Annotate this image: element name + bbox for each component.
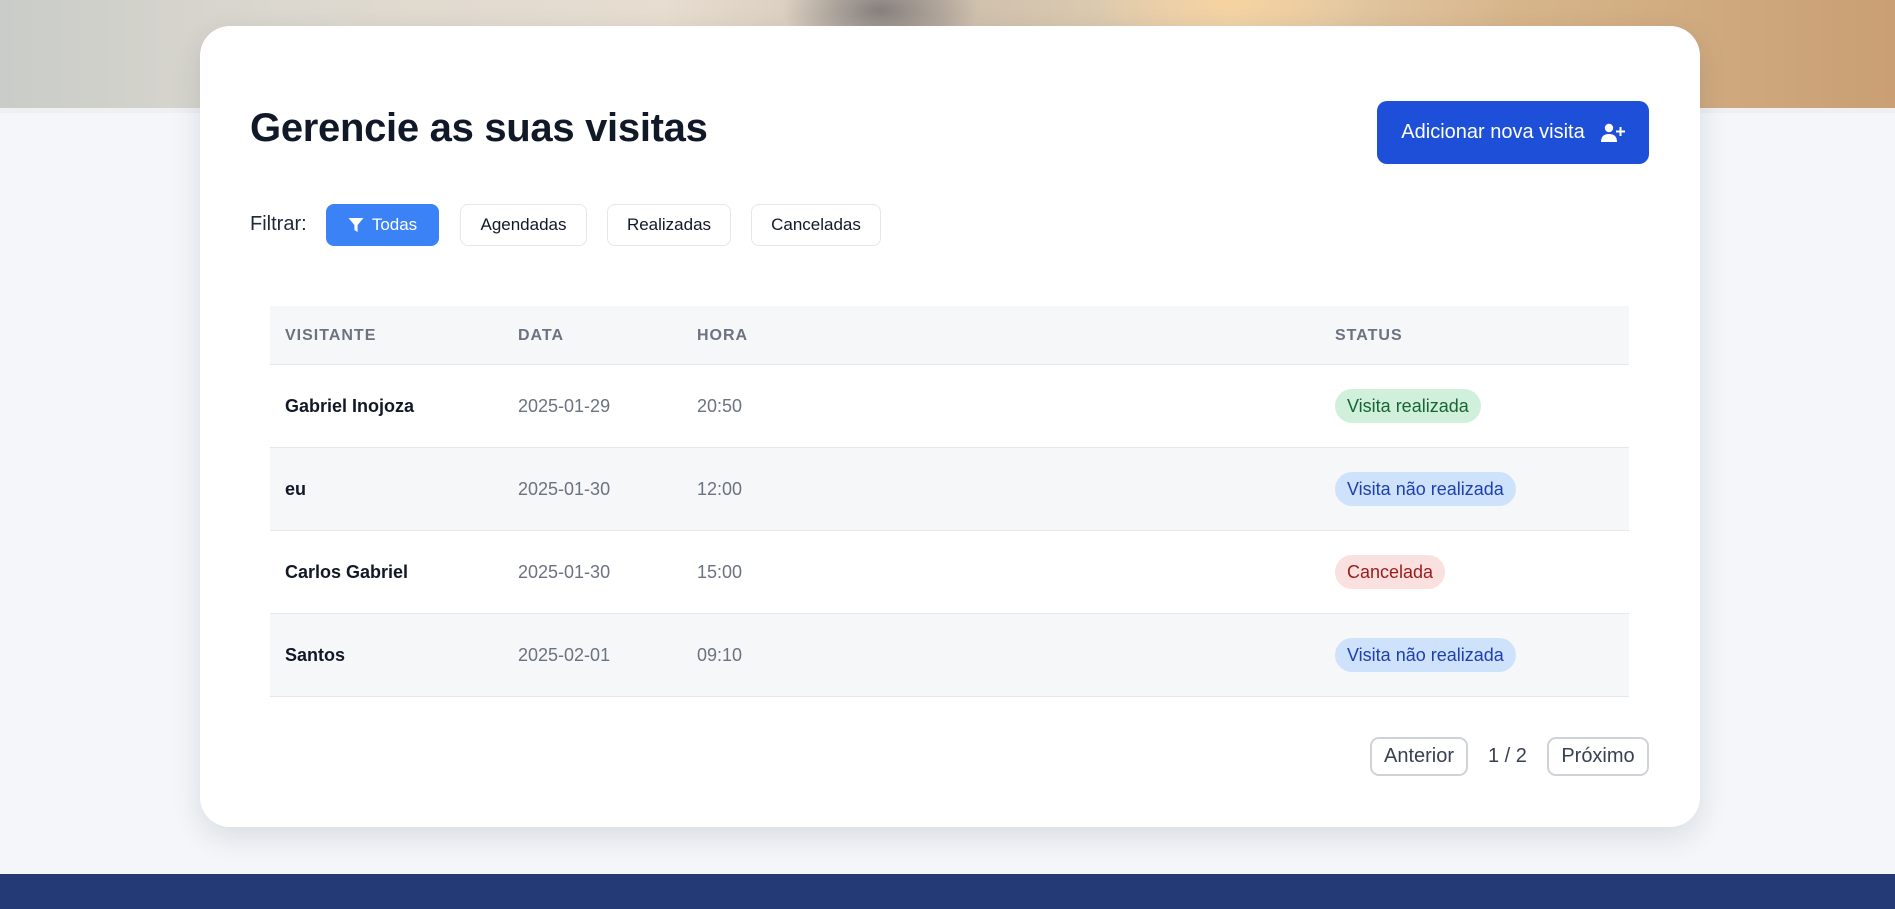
header-data: DATA xyxy=(518,327,565,344)
table-row[interactable]: Santos 2025-02-01 09:10 Visita não reali… xyxy=(270,614,1629,697)
table-row[interactable]: Carlos Gabriel 2025-01-30 15:00 Cancelad… xyxy=(270,531,1629,614)
header-visitante: VISITANTE xyxy=(285,327,377,344)
visit-time: 20:50 xyxy=(697,396,743,416)
header-status: STATUS xyxy=(1335,327,1403,344)
filter-scheduled-button[interactable]: Agendadas xyxy=(460,204,587,246)
table-header: VISITANTE DATA HORA STATUS xyxy=(270,306,1629,365)
next-page-button[interactable]: Próximo xyxy=(1547,737,1649,776)
page-indicator: 1 / 2 xyxy=(1488,745,1527,767)
status-badge: Visita realizada xyxy=(1335,389,1481,423)
status-badge: Visita não realizada xyxy=(1335,638,1516,672)
previous-page-button[interactable]: Anterior xyxy=(1370,737,1468,776)
filter-done-label: Realizadas xyxy=(626,215,712,234)
filter-cancelled-label: Canceladas xyxy=(771,215,861,234)
visits-card: Gerencie as suas visitas Adicionar nova … xyxy=(200,26,1700,827)
visitor-name: Carlos Gabriel xyxy=(285,562,409,582)
visitor-name: Santos xyxy=(285,645,346,665)
visit-date: 2025-01-30 xyxy=(518,562,611,582)
header-hora: HORA xyxy=(697,327,749,344)
add-visit-button[interactable]: Adicionar nova visita xyxy=(1377,101,1649,164)
add-visit-label: Adicionar nova visita xyxy=(1401,121,1585,143)
table-row[interactable]: Gabriel Inojoza 2025-01-29 20:50 Visita … xyxy=(270,365,1629,448)
visit-time: 09:10 xyxy=(697,645,743,665)
visit-date: 2025-01-30 xyxy=(518,479,611,499)
user-plus-icon xyxy=(1600,123,1625,142)
visits-table: VISITANTE DATA HORA STATUS Gabriel Inojo… xyxy=(270,306,1629,697)
visit-date: 2025-02-01 xyxy=(518,645,611,665)
visitor-name: eu xyxy=(285,479,307,499)
filter-scheduled-label: Agendadas xyxy=(480,215,567,234)
filter-cancelled-button[interactable]: Canceladas xyxy=(751,204,881,246)
filter-icon xyxy=(348,218,364,232)
filter-done-button[interactable]: Realizadas xyxy=(607,204,731,246)
status-badge: Cancelada xyxy=(1335,555,1446,589)
table-row[interactable]: eu 2025-01-30 12:00 Visita não realizada xyxy=(270,448,1629,531)
visit-date: 2025-01-29 xyxy=(518,396,611,416)
status-badge: Visita não realizada xyxy=(1335,472,1516,506)
footer-bar xyxy=(0,874,1895,909)
visit-time: 12:00 xyxy=(697,479,743,499)
visit-time: 15:00 xyxy=(697,562,743,582)
filter-all-button[interactable]: Todas xyxy=(326,204,439,246)
page-title: Gerencie as suas visitas xyxy=(250,106,708,150)
filter-label: Filtrar: xyxy=(250,213,307,235)
visitor-name: Gabriel Inojoza xyxy=(285,396,415,416)
filter-all-label: Todas xyxy=(371,215,418,234)
